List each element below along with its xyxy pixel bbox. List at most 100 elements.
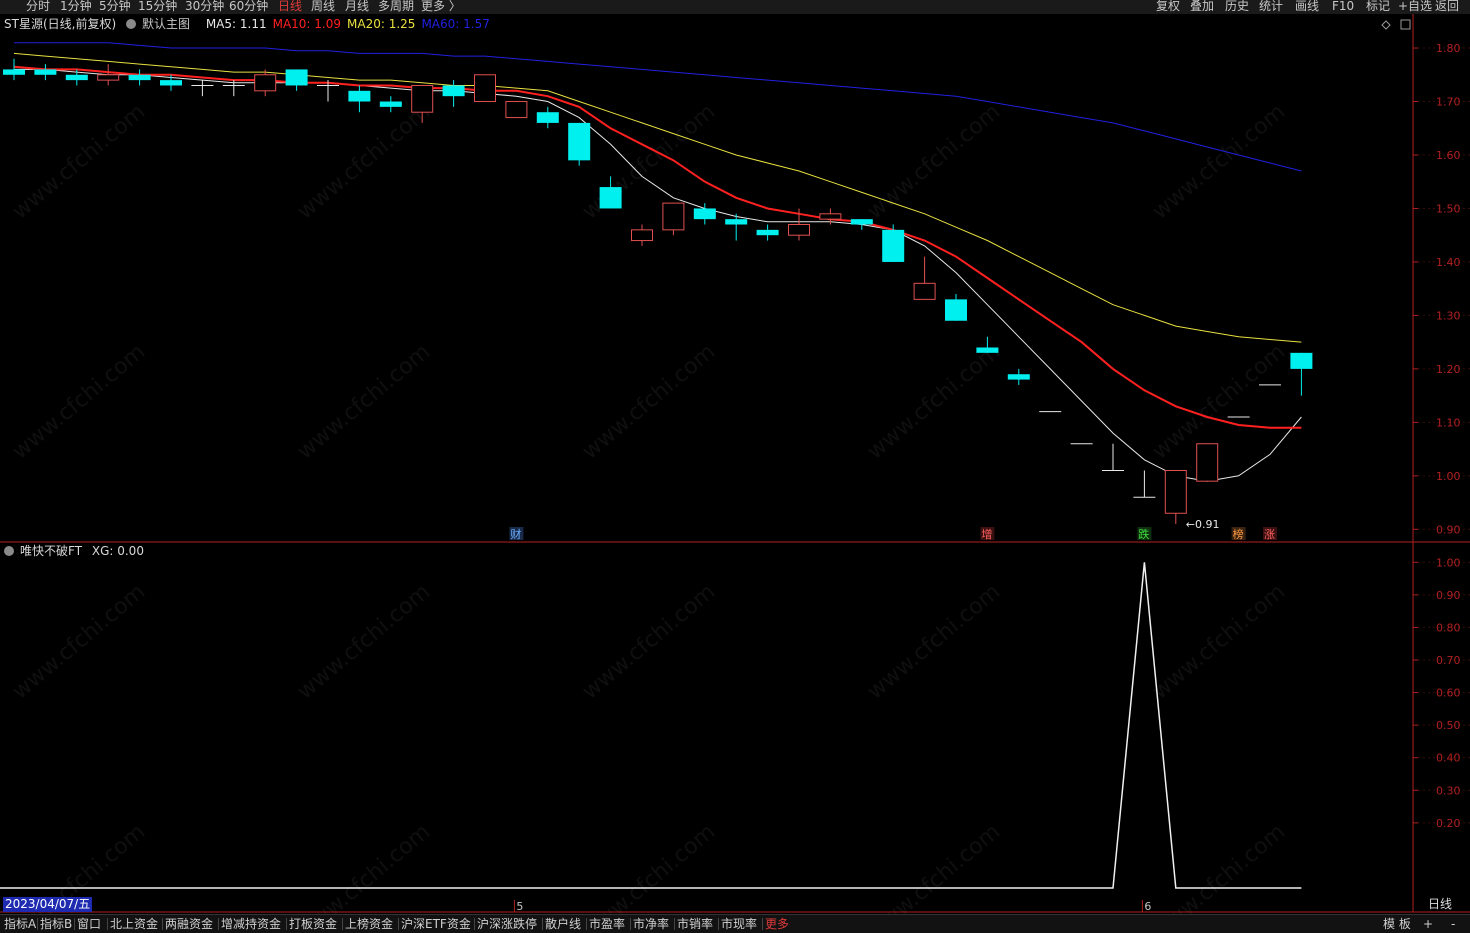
watermark-text: www.cfchi.com [863,579,1005,704]
candle-body[interactable] [599,187,622,209]
zoom-out-button[interactable]: - [1451,915,1455,933]
tab-separator [762,918,763,930]
watermark-text: www.cfchi.com [293,99,435,224]
indicator-tab[interactable]: 指标B [40,915,72,933]
ma-label: MA60: 1.57 [421,17,490,31]
period-label: 日线 [1428,897,1453,911]
ma-line-ma20 [13,52,1302,343]
candle-body[interactable] [254,74,277,92]
low-price-annotation: ←0.91 [1186,518,1220,531]
indicator-tab[interactable]: 市销率 [677,915,713,933]
candle-body[interactable] [693,208,716,220]
candle-body[interactable] [1007,374,1030,380]
event-marker[interactable]: 财 [510,527,521,541]
dropdown-circle-icon[interactable] [125,19,136,29]
price-tick-label: 1.40 [1436,256,1461,269]
candle-body[interactable] [160,80,182,86]
event-marker[interactable]: 涨 [1264,528,1275,541]
indicator-tab[interactable]: 指标A [4,915,36,933]
dropdown-circle-icon[interactable] [4,546,14,556]
candle-body[interactable] [725,219,748,225]
candle-body[interactable] [128,74,151,81]
candle-body[interactable] [850,219,873,225]
candle-body[interactable] [662,202,685,231]
candle-body[interactable] [442,85,465,97]
candle-body[interactable] [505,101,528,119]
watermark-text: www.cfchi.com [8,99,150,224]
sub-tick-label: 0.70 [1436,654,1461,667]
candle-body[interactable] [411,84,434,113]
candle-body[interactable] [379,101,402,107]
tab-separator [342,918,343,930]
indicator-tab[interactable]: 市盈率 [589,915,625,933]
candle-body[interactable] [3,69,25,75]
event-marker[interactable]: 增 [981,527,992,541]
indicator-name[interactable]: 唯快不破FT [20,544,82,558]
stock-title[interactable]: ST星源(日线,前复权) [4,17,116,31]
price-tick-label: 1.70 [1436,96,1461,109]
template-label: 默认主图 [141,17,190,31]
candle-body[interactable] [348,90,371,102]
indicator-tab[interactable]: 上榜资金 [345,915,393,933]
indicator-tab[interactable]: 市现率 [721,915,757,933]
indicator-tab[interactable]: 两融资金 [165,915,213,933]
candle-body[interactable] [1164,469,1187,514]
candle-body[interactable] [34,69,57,75]
sub-panel-header: 唯快不破FT XG: 0.00 [4,543,150,559]
watermark-text: www.cfchi.com [578,819,720,914]
watermark-text: www.cfchi.com [8,579,150,704]
candle-body[interactable] [568,122,591,161]
event-marker[interactable]: 榜 [1233,527,1244,541]
tab-separator [37,918,38,930]
indicator-tab[interactable]: 更多 [765,915,789,933]
candle-body[interactable] [631,229,653,242]
month-label: 6 [1144,900,1151,913]
indicator-tab[interactable]: 增减持资金 [221,915,281,933]
watermark-text: www.cfchi.com [8,339,150,464]
candle-body[interactable] [65,74,88,81]
indicator-tab[interactable]: 沪深ETF资金 [401,915,471,933]
sub-tick-label: 0.80 [1436,621,1461,634]
price-tick-label: 1.20 [1436,363,1461,376]
candle-body[interactable] [882,229,905,262]
price-tick-label: 1.80 [1436,42,1461,55]
tab-separator [586,918,587,930]
candle-body[interactable] [97,74,120,81]
candle-body[interactable] [1290,352,1313,369]
indicator-tabs-bar: 指标A 指标B 窗口 北上资金 两融资金 增减持资金 打板资金 上榜资金 沪深ETF资金 沪深涨跌… [0,914,1470,933]
zoom-in-button[interactable]: + [1423,915,1433,933]
ma-label: MA5: 1.11 [205,17,267,31]
candle-body[interactable] [788,224,810,236]
candle-body[interactable] [756,229,779,236]
kline-chart[interactable]: www.cfchi.com www.cfchi.com www.cfchi.com w… [0,0,1470,914]
candle-body[interactable] [285,69,308,86]
indicator-tab[interactable]: 窗口 [77,915,101,933]
template-button[interactable]: 模 板 [1383,915,1411,933]
watermark-text: www.cfchi.com [293,339,435,464]
date-cursor-label: 2023/04/07/五 [3,897,93,912]
event-marker[interactable]: 跌 [1138,527,1149,541]
template-selector[interactable]: 默认主图 [125,17,196,31]
candle-body[interactable] [536,112,559,123]
watermark-text: www.cfchi.com [578,579,720,704]
indicator-tab[interactable]: 打板资金 [289,915,337,933]
price-tick-label: 1.30 [1436,309,1461,322]
sub-tick-label: 0.30 [1436,784,1461,797]
ma-labels: MA5: 1.11 MA10: 1.09 MA20: 1.25 MA60: 1.57 [206,17,496,31]
watermark-text: www.cfchi.com [578,339,720,464]
candle-body[interactable] [474,74,496,103]
candle-body[interactable] [945,299,967,321]
diamond-icon[interactable] [1381,20,1391,30]
sub-tick-label: 0.90 [1436,589,1461,602]
sub-tick-label: 0.40 [1436,752,1461,765]
candle-body[interactable] [1196,443,1219,482]
price-tick-label: 0.90 [1436,523,1461,536]
candle-body[interactable] [819,213,842,220]
candle-body[interactable] [913,282,936,300]
indicator-tab[interactable]: 散户线 [545,915,581,933]
indicator-tab[interactable]: 市净率 [633,915,669,933]
candle-body[interactable] [976,347,999,353]
maximize-icon[interactable] [1400,19,1411,30]
indicator-tab[interactable]: 北上资金 [110,915,158,933]
indicator-tab[interactable]: 沪深涨跌停 [477,915,537,933]
